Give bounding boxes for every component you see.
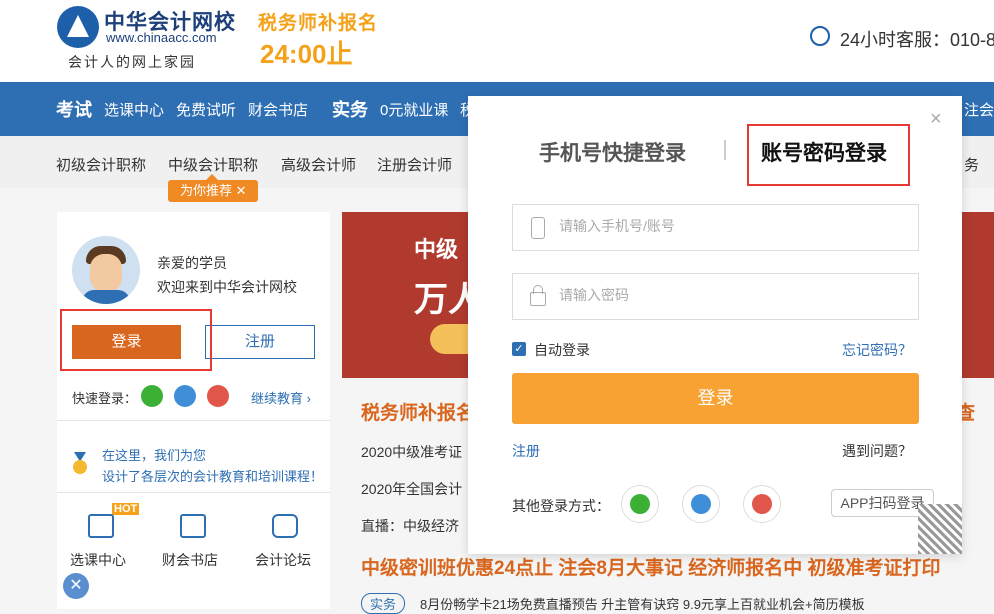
card-divider-2 <box>57 492 330 493</box>
logo-slogan: 会计人的网上家园 <box>68 54 196 70</box>
subnav-tail[interactable]: 务 <box>964 154 979 175</box>
subnav-junior[interactable]: 初级会计职称 <box>56 154 146 175</box>
qq-icon <box>691 494 711 514</box>
practice-tag[interactable]: 实务 <box>361 593 406 614</box>
wechat-login-icon[interactable] <box>621 485 659 523</box>
news-item[interactable]: 2020年全国会计 <box>361 479 462 499</box>
info-line-1[interactable]: 在这里，我们为您 <box>102 445 206 464</box>
subnav-cpa[interactable]: 注册会计师 <box>377 154 452 175</box>
continue-education-link[interactable]: 继续教育 › <box>251 388 311 407</box>
phone-icon <box>810 26 830 46</box>
greeting-subtitle: 欢迎来到中华会计网校 <box>157 279 297 295</box>
nav-item-free-trial[interactable]: 免费试听 <box>176 99 236 120</box>
practice-news[interactable]: 8月份畅学卡21场免费直播预告 升主管有诀窍 9.9元享上百就业机会+简历模板 <box>420 594 865 613</box>
tab-phone-login[interactable]: 手机号快捷登录 <box>539 137 686 167</box>
nav-item-cpa[interactable]: 注会 <box>964 99 994 120</box>
highlight-box-account-tab <box>747 124 910 186</box>
auto-login-label[interactable]: 自动登录 <box>534 340 590 360</box>
close-icon[interactable]: × <box>930 108 942 131</box>
username-input[interactable] <box>557 217 897 235</box>
promo-title[interactable]: 税务师补报名 <box>258 8 378 35</box>
subnav-intermediate[interactable]: 中级会计职称 <box>168 154 258 175</box>
continue-education-label: 继续教育 <box>251 391 304 406</box>
wechat-icon[interactable] <box>141 385 163 407</box>
tab-divider <box>724 140 726 160</box>
quick-login-label: 快速登录： <box>72 391 138 406</box>
qq-icon[interactable] <box>174 385 196 407</box>
login-button[interactable]: 登录 <box>512 373 919 424</box>
nav-item-course-center[interactable]: 选课中心 <box>104 99 164 120</box>
recommend-label: 为你推荐 <box>180 183 233 198</box>
card-divider <box>57 420 330 421</box>
qq-login-icon[interactable] <box>682 485 720 523</box>
wechat-icon <box>630 494 650 514</box>
greeting-title: 亲爱的学员 <box>157 255 227 271</box>
avatar-face <box>90 254 122 292</box>
help-link[interactable]: 遇到问题？ <box>842 441 912 461</box>
password-input[interactable] <box>557 286 897 304</box>
medal-icon <box>73 452 87 474</box>
weibo-icon[interactable] <box>207 385 229 407</box>
info-line-2[interactable]: 设计了各层次的会计教育和培训课程！ <box>102 466 323 485</box>
other-login-label: 其他登录方式： <box>512 498 610 514</box>
computer-icon[interactable] <box>88 514 114 538</box>
password-field[interactable] <box>512 273 919 320</box>
subnav-senior[interactable]: 高级会计师 <box>281 154 356 175</box>
nav-item-bookstore[interactable]: 财会书店 <box>248 99 308 120</box>
forgot-password-link[interactable]: 忘记密码？ <box>842 340 912 360</box>
avatar-body <box>82 290 130 304</box>
register-link[interactable]: 注册 <box>512 441 540 461</box>
promo-deadline[interactable]: 24:00止 <box>260 34 353 71</box>
news-headline[interactable]: 税务师补报名 <box>361 398 475 425</box>
hotline-text: 24小时客服：010-8 <box>840 30 994 50</box>
news-item[interactable]: 2020中级准考证 <box>361 442 462 462</box>
grid-forum[interactable]: 会计论坛 <box>255 550 311 570</box>
card-register-button[interactable]: 注册 <box>205 325 315 359</box>
lock-icon <box>530 285 546 306</box>
banner-tag: 中级 <box>414 237 459 262</box>
forum-icon[interactable] <box>272 514 298 538</box>
weibo-icon <box>752 494 772 514</box>
news-item[interactable]: 直播：中级经济 <box>361 516 459 536</box>
weibo-login-icon[interactable] <box>743 485 781 523</box>
grid-course-center[interactable]: 选课中心 <box>70 550 126 570</box>
book-icon[interactable] <box>180 514 206 538</box>
close-icon[interactable]: ✕ <box>236 183 247 198</box>
qr-code-icon[interactable] <box>918 504 962 554</box>
phone-icon <box>531 217 545 239</box>
grid-bookstore[interactable]: 财会书店 <box>162 550 218 570</box>
nav-practice-heading: 实务 <box>332 100 368 120</box>
nav-exam-heading: 考试 <box>56 100 92 120</box>
recommend-badge[interactable]: 为你推荐 ✕ <box>168 174 258 202</box>
hot-badge: HOT <box>112 503 140 515</box>
logo-url: www.chinaacc.com <box>106 30 217 45</box>
auto-login-checkbox[interactable]: ✓ <box>512 342 526 356</box>
close-icon[interactable]: ✕ <box>63 573 89 599</box>
username-field[interactable] <box>512 204 919 251</box>
highlight-box-login <box>60 309 212 371</box>
avatar <box>72 236 140 304</box>
nav-item-free-job-course[interactable]: 0元就业课 <box>380 99 448 120</box>
news-highlights[interactable]: 中级密训班优惠24点止 注会8月大事记 经济师报名中 初级准考证打印 <box>361 553 941 580</box>
logo-icon[interactable] <box>57 6 99 48</box>
